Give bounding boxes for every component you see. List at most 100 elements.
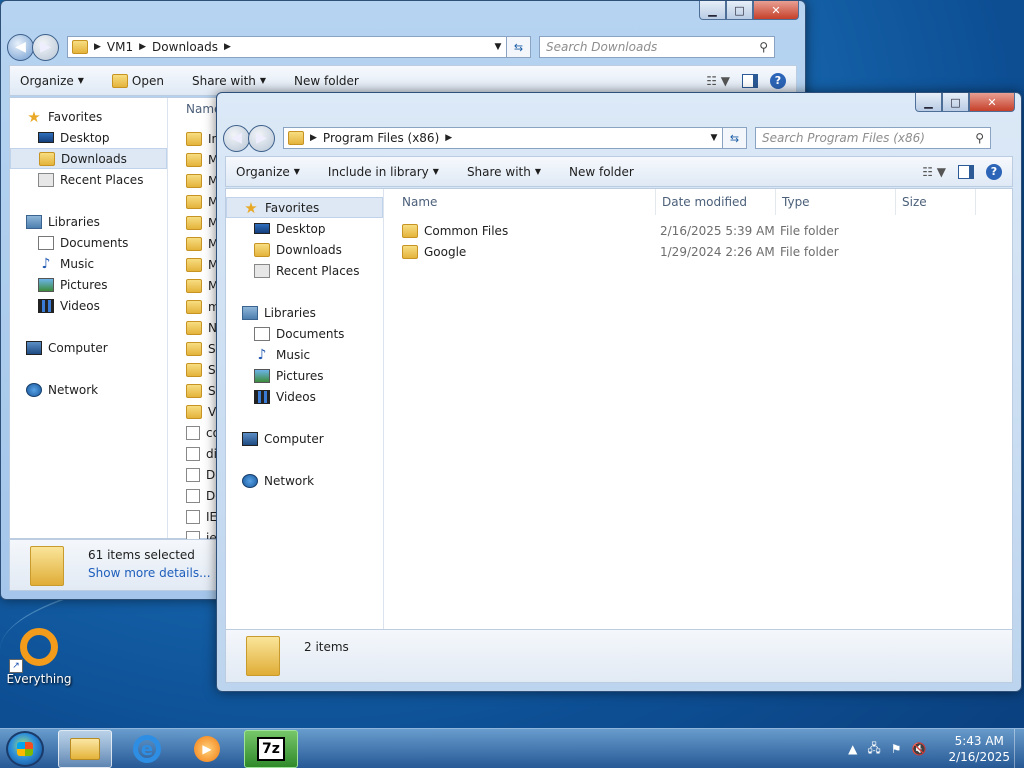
organize-button[interactable]: Organize ▼ [236,165,300,179]
address-bar[interactable]: ▶ VM1 ▶ Downloads ▶ ▼ [67,36,507,58]
nav-desktop[interactable]: Desktop [226,218,383,239]
nav-pictures[interactable]: Pictures [226,365,383,386]
everything-shortcut[interactable]: ↗ Everything [4,628,74,686]
nav-favorites[interactable]: ★ Favorites [10,106,167,127]
file-row[interactable]: M [168,212,218,233]
nav-downloads[interactable]: Downloads [10,148,167,169]
share-with-button[interactable]: Share with ▼ [467,165,541,179]
chevron-down-icon[interactable]: ▼ [706,133,722,143]
file-row[interactable]: N [168,317,217,338]
column-header-name[interactable]: Name [384,189,656,215]
minimize-button[interactable]: ▁ [699,1,726,20]
forward-button[interactable]: ▶ [32,33,59,61]
search-icon[interactable]: ⚲ [759,40,768,54]
help-icon[interactable]: ? [986,163,1002,180]
column-header-date-modified[interactable]: Date modified [656,189,776,215]
nav-documents[interactable]: Documents [10,232,167,253]
file-row[interactable]: co [168,422,220,443]
include-in-library-button[interactable]: Include in library ▼ [328,165,439,179]
file-row[interactable]: M [168,254,218,275]
file-row[interactable]: di [168,443,217,464]
file-row[interactable]: In [168,128,219,149]
file-row[interactable]: Sa [168,380,223,401]
view-options-icon[interactable]: ☷ ▼ [706,74,730,88]
taskbar-7zip-button[interactable]: 7z [244,730,298,768]
share-with-button[interactable]: Share with ▼ [192,74,266,88]
nav-music[interactable]: ♪ Music [10,253,167,274]
breadcrumb-vm1[interactable]: VM1 [107,40,133,54]
search-placeholder: Search Program Files (x86) [762,131,925,145]
program-files-window[interactable]: ▁ □ ✕ ◀ ▶ ▶ Program Files (x86) ▶ ▼ ⇆ Se… [216,92,1022,692]
taskbar-ie-button[interactable]: e [120,730,174,768]
maximize-button[interactable]: □ [942,93,969,112]
action-center-flag-icon[interactable]: ⚑ [891,742,902,756]
file-row[interactable]: M [168,191,218,212]
column-header-type[interactable]: Type [776,189,896,215]
file-row[interactable]: M [168,170,218,191]
taskbar-explorer-button[interactable] [58,730,112,768]
breadcrumb-program-files[interactable]: Program Files (x86) [323,131,439,145]
search-input[interactable]: Search Program Files (x86) ⚲ [755,127,991,149]
folder-icon [288,131,304,145]
search-icon[interactable]: ⚲ [975,131,984,145]
back-button[interactable]: ◀ [7,33,34,61]
show-more-details-link[interactable]: Show more details... [88,566,211,580]
close-button[interactable]: ✕ [969,93,1015,112]
file-row[interactable]: m [168,296,220,317]
breadcrumb-downloads[interactable]: Downloads [152,40,218,54]
preview-pane-icon[interactable] [742,73,758,88]
address-bar[interactable]: ▶ Program Files (x86) ▶ ▼ [283,127,723,149]
nav-videos[interactable]: Videos [10,295,167,316]
refresh-button[interactable]: ⇆ [723,127,747,149]
file-row[interactable]: Vi [168,401,219,422]
file-row[interactable]: M [168,233,218,254]
close-button[interactable]: ✕ [753,1,799,20]
file-row[interactable]: IE [168,506,217,527]
new-folder-button[interactable]: New folder [569,165,634,179]
nav-favorites[interactable]: ★ Favorites [226,197,383,218]
nav-computer[interactable]: Computer [226,428,383,449]
nav-pictures[interactable]: Pictures [10,274,167,295]
nav-libraries[interactable]: Libraries [226,302,383,323]
start-button[interactable] [6,731,44,767]
new-folder-button[interactable]: New folder [294,74,359,88]
nav-network[interactable]: Network [226,470,383,491]
nav-computer[interactable]: Computer [10,337,167,358]
show-hidden-icons-icon[interactable]: ▲ [848,742,857,756]
view-options-icon[interactable]: ☷ ▼ [922,165,946,179]
nav-network[interactable]: Network [10,379,167,400]
nav-documents[interactable]: Documents [226,323,383,344]
file-row[interactable]: M [168,149,218,170]
search-input[interactable]: Search Downloads ⚲ [539,36,775,58]
file-row[interactable]: Sa [168,338,223,359]
maximize-button[interactable]: □ [726,1,753,20]
file-row[interactable]: Do [168,485,223,506]
preview-pane-icon[interactable] [958,164,974,179]
clock[interactable]: 5:43 AM 2/16/2025 [948,733,1010,765]
nav-recent-places[interactable]: Recent Places [10,169,167,190]
nav-desktop[interactable]: Desktop [10,127,167,148]
back-button[interactable]: ◀ [223,124,250,152]
show-desktop-button[interactable] [1014,729,1024,768]
nav-music[interactable]: ♪ Music [226,344,383,365]
network-tray-icon[interactable]: 🖧 [867,739,880,760]
nav-downloads[interactable]: Downloads [226,239,383,260]
help-icon[interactable]: ? [770,72,786,89]
refresh-button[interactable]: ⇆ [507,36,531,58]
chevron-down-icon[interactable]: ▼ [490,42,506,52]
nav-videos[interactable]: Videos [226,386,383,407]
open-button[interactable]: Open [111,73,164,88]
forward-button[interactable]: ▶ [248,124,275,152]
organize-button[interactable]: Organize ▼ [20,74,84,88]
nav-recent-places[interactable]: Recent Places [226,260,383,281]
file-row[interactable]: M [168,275,218,296]
file-row[interactable]: Google 1/29/2024 2:26 AM File folder [384,241,1012,262]
file-row[interactable]: Sa [168,359,223,380]
volume-muted-icon[interactable]: 🔇 [912,742,927,756]
column-header-size[interactable]: Size [896,189,976,215]
file-row[interactable]: Do [168,464,223,485]
taskbar-media-player-button[interactable]: ▶ [180,730,234,768]
file-row[interactable]: Common Files 2/16/2025 5:39 AM File fold… [384,220,1012,241]
nav-libraries[interactable]: Libraries [10,211,167,232]
minimize-button[interactable]: ▁ [915,93,942,112]
